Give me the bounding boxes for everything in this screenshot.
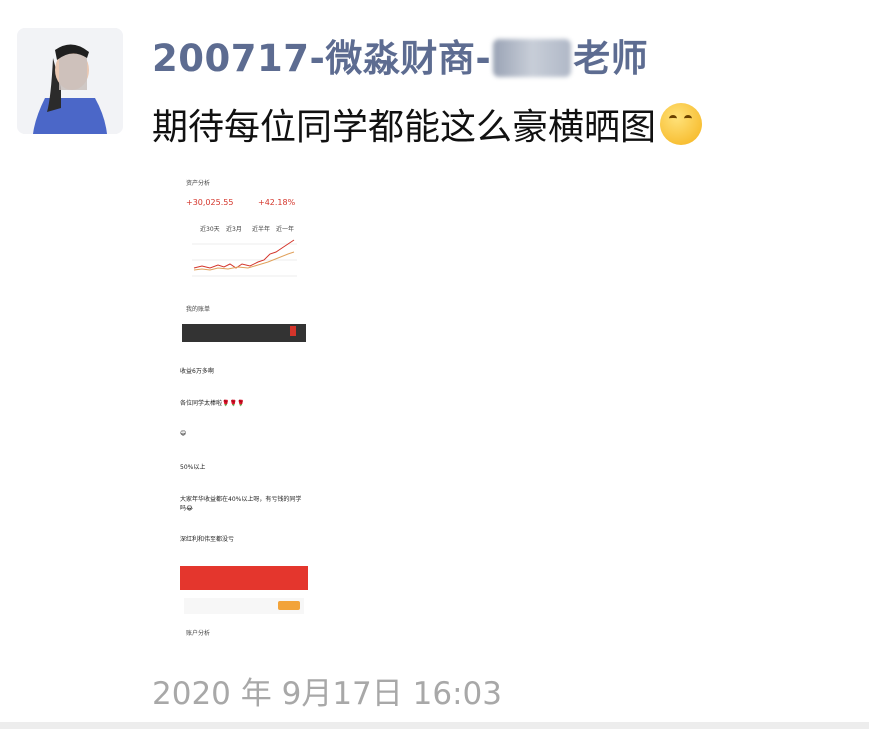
avatar-image — [17, 28, 123, 134]
sender-name-prefix: 200717-微淼财商- — [152, 37, 492, 80]
attached-screenshot[interactable]: 资产分析 +30,025.55 +42.18% 近30天 近3月 近半年 近一年… — [172, 168, 312, 650]
chat-text: 😄 — [180, 430, 187, 437]
shot-line-chart — [192, 239, 297, 277]
shot-orange-button — [278, 601, 300, 610]
chat-text: 大家年华收益都在40%以上呀，有亏钱的同学吗😂 — [180, 496, 302, 512]
redacted-name-block — [493, 39, 572, 77]
chat-text: 50%以上 — [180, 464, 206, 471]
shot-toolbar — [182, 324, 306, 342]
thinking-emoji-icon — [660, 103, 703, 145]
shot-red-header — [180, 566, 308, 590]
sender-name-suffix: 老师 — [573, 37, 649, 80]
shot-bottom-title: 账户分析 — [186, 630, 211, 637]
shot-section-title: 我的账单 — [186, 306, 211, 313]
chat-text: 各位同学太棒啦🌹🌹🌹 — [180, 400, 245, 407]
sender-name[interactable]: 200717-微淼财商- 老师 — [152, 28, 648, 82]
chat-text: 深红利和伟至都没亏 — [180, 536, 235, 543]
avatar[interactable] — [17, 28, 123, 134]
shot-toolbar-red-marker — [290, 326, 296, 336]
post-text: 期待每位同学都能这么豪横晒图 — [152, 107, 657, 148]
divider — [0, 722, 869, 729]
shot-gain: +30,025.55 — [186, 198, 234, 207]
post-message: 期待每位同学都能这么豪横晒图 — [152, 98, 703, 150]
shot-header: 资产分析 — [186, 180, 211, 187]
post-timestamp: 2020 年 9月17日 16:03 — [152, 676, 502, 712]
shot-gain-pct: +42.18% — [258, 198, 296, 207]
chat-text: 收益6万多啊 — [180, 368, 214, 375]
